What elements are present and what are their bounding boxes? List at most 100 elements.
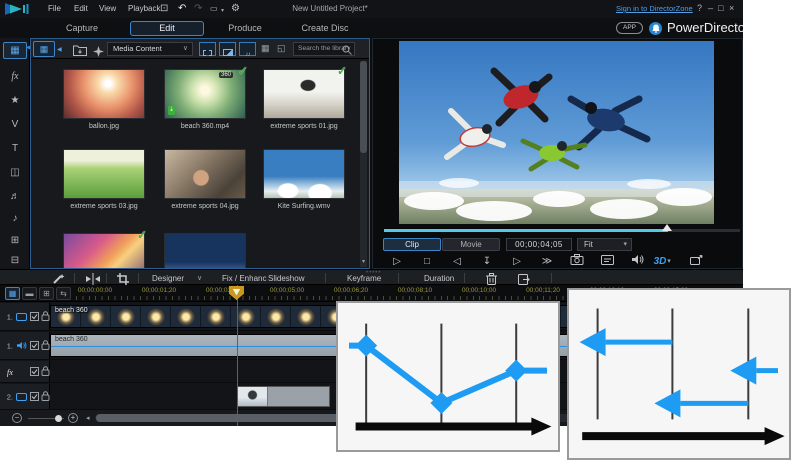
snapshot-icon[interactable] [566,254,588,269]
preview-seekbar[interactable] [384,229,740,232]
movie-mode-button[interactable]: Movie [442,238,500,251]
tab-capture[interactable]: Capture [50,23,114,33]
app-badge[interactable]: APP [616,22,643,34]
library-scrollbar[interactable]: ▾ [360,61,367,267]
media-thumbnail[interactable]: 360✓⇣ [164,69,246,119]
menu-file[interactable]: File [48,4,61,13]
media-thumbnail[interactable] [63,69,145,119]
undock-player-icon[interactable] [685,254,707,269]
toolbar-drag-handle[interactable]: ••••• [366,270,382,276]
seek-icon[interactable]: ↧ [476,254,498,269]
menu-playback[interactable]: Playback [128,4,160,13]
aspect-ratio-chevron-icon[interactable]: ▾ [221,4,224,18]
media-thumbnail[interactable] [164,149,246,199]
media-thumbnail[interactable] [263,149,345,199]
subtitle-room-icon[interactable]: ⊟ [0,254,30,268]
stereo-3d-menu-icon[interactable]: ▾ [664,254,674,269]
library-view-menu-icon[interactable]: ▦ [261,43,270,54]
track-enable-checkbox[interactable] [30,308,39,326]
clip-mode-button[interactable]: Clip [383,238,441,251]
filter-audio-button[interactable]: ♪♪ [239,42,256,56]
scrollbar-thumb[interactable] [360,61,367,153]
minimize-button[interactable]: _ [708,0,713,9]
effect-room-icon[interactable]: fx [0,70,30,84]
duration-button[interactable]: Duration [424,274,454,283]
content-type-dropdown[interactable]: Media Content ∨ [107,42,193,56]
media-item-extreme-sports-04-jpg[interactable]: extreme sports 04.jpg [164,149,246,210]
media-room-tab[interactable]: ▦ [33,41,55,57]
preview-quality-icon[interactable] [596,254,618,269]
plugin-star-icon[interactable] [93,44,104,62]
fast-forward-icon[interactable]: ≫ [536,254,558,269]
maximize-button[interactable]: □ [718,3,723,13]
timecode-display[interactable]: 00;00;04;05 [506,238,572,251]
stop-icon[interactable]: □ [416,254,438,269]
voiceover-room-icon[interactable]: ♪ [0,212,30,226]
filter-photo-button[interactable] [219,42,236,56]
import-media-icon[interactable] [73,43,87,61]
pip-objects-room-icon[interactable]: ★ [0,94,30,108]
track-enable-checkbox[interactable] [30,388,39,406]
fit-timeline-icon[interactable]: ⇆ [56,287,71,300]
clip-kitesurfing-video[interactable] [237,386,330,407]
track-lock-icon[interactable] [41,308,50,326]
switch-mode-icon[interactable]: ⊡ [160,2,168,16]
transition-room-icon[interactable]: ◫ [0,166,30,180]
media-item-sunsetmtn[interactable]: ✓ [63,233,145,269]
media-room-icon[interactable]: ▦ [3,42,27,59]
zoom-out-icon[interactable]: − [12,413,22,423]
zoom-in-icon[interactable]: + [68,413,78,423]
media-item-Kite-Surfing-wmv[interactable]: Kite Surfing.wmv [263,149,345,210]
play-icon[interactable]: ▷ [386,254,408,269]
volume-icon[interactable] [626,254,648,269]
designer-button[interactable]: Designer [152,274,184,283]
particle-room-icon[interactable]: V [0,118,30,132]
seekbar-thumb[interactable] [662,224,672,231]
media-item-extreme-sports-01-jpg[interactable]: ✓extreme sports 01.jpg [263,69,345,130]
scroll-left-icon[interactable]: ◂ [86,414,90,422]
track-enable-checkbox[interactable] [30,363,39,381]
media-item-ballon-jpg[interactable]: ballon.jpg [63,69,145,130]
search-input[interactable]: Search the library [293,42,355,56]
redo-icon[interactable]: ↷ [194,2,202,16]
track-lock-icon[interactable] [41,388,50,406]
media-item-extreme-sports-03-jpg[interactable]: extreme sports 03.jpg [63,149,145,210]
library-detach-icon[interactable]: ◱ [277,43,286,54]
media-item-beach-360-mp4[interactable]: 360✓⇣beach 360.mp4 [164,69,246,130]
audio-mixing-room-icon[interactable]: ♬ [0,190,30,204]
previous-frame-icon[interactable]: ◁ [446,254,468,269]
sign-in-link[interactable]: Sign in to DirectorZone [616,4,693,13]
notification-bell-icon[interactable] [649,22,662,35]
title-room-icon[interactable]: T [0,142,30,156]
media-thumbnail[interactable] [164,233,246,269]
zoom-fit-dropdown[interactable]: Fit ▾ [577,238,632,251]
settings-gear-icon[interactable]: ⚙ [231,2,240,16]
menu-edit[interactable]: Edit [74,4,88,13]
track-enable-checkbox[interactable] [30,337,39,355]
video-preview[interactable] [399,41,714,224]
track-manager-icon[interactable]: ⊞ [39,287,54,300]
chapter-room-icon[interactable]: ⊞ [0,234,30,248]
track-lock-icon[interactable] [41,337,50,355]
close-button[interactable]: × [729,3,734,13]
media-item-ocean[interactable] [164,233,246,269]
help-button[interactable]: ? [697,3,702,13]
timeline-view-icon[interactable]: ▦ [5,287,20,300]
designer-chevron-icon[interactable]: ∨ [197,274,202,282]
media-thumbnail[interactable]: ✓ [263,69,345,119]
undo-icon[interactable]: ↶ [178,2,186,16]
playhead-line[interactable] [237,285,238,426]
menu-view[interactable]: View [99,4,116,13]
tab-create-disc[interactable]: Create Disc [282,23,368,33]
tab-produce[interactable]: Produce [212,23,278,33]
fix-enhance-button[interactable]: Fix / Enhanc [222,274,266,283]
filter-video-button[interactable] [199,42,216,56]
slideshow-button[interactable]: Slideshow [268,274,304,283]
scroll-down-icon[interactable]: ▾ [360,258,367,267]
track-lock-icon[interactable] [41,363,50,381]
tab-edit[interactable]: Edit [130,21,204,36]
zoom-slider-thumb[interactable] [55,415,62,422]
next-frame-icon[interactable]: ▷ [506,254,528,269]
storyboard-view-icon[interactable]: ▬ [22,287,37,300]
aspect-ratio-icon[interactable]: ▭ [210,2,218,16]
